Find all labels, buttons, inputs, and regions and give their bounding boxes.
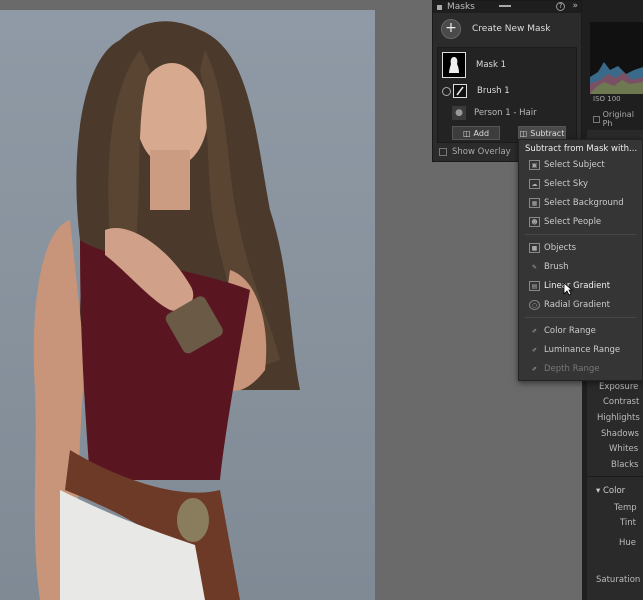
tint-label: Tint bbox=[620, 518, 637, 528]
menu-separator bbox=[525, 317, 636, 318]
color-section-header[interactable]: ▾ Color bbox=[596, 486, 625, 496]
menu-item-label: Depth Range bbox=[544, 364, 600, 374]
select-subject-icon: ▣ bbox=[529, 160, 540, 170]
color-section-label: Color bbox=[602, 486, 626, 496]
create-new-mask-label[interactable]: Create New Mask bbox=[472, 24, 550, 34]
help-icon[interactable]: ? bbox=[556, 2, 565, 11]
menu-item-brush[interactable]: ✎ Brush bbox=[529, 261, 569, 273]
menu-separator bbox=[525, 234, 636, 235]
section-divider bbox=[587, 476, 643, 477]
person-icon: ● bbox=[452, 106, 466, 120]
mask-thumbnail[interactable] bbox=[442, 52, 466, 78]
mask-list: Mask 1 Brush 1 ● Person 1 - Hair ◫ Add ◫… bbox=[437, 47, 577, 143]
mask-name[interactable]: Mask 1 bbox=[476, 60, 506, 70]
menu-item-luminance-range[interactable]: ✐ Luminance Range bbox=[529, 344, 620, 356]
show-overlay-toggle[interactable]: Show Overlay bbox=[439, 147, 511, 157]
color-range-icon: ✐ bbox=[531, 327, 538, 335]
brush-component-icon bbox=[453, 84, 467, 98]
add-button[interactable]: ◫ Add bbox=[452, 126, 500, 140]
portrait-image bbox=[33, 21, 300, 600]
add-button-label: Add bbox=[473, 128, 490, 138]
objects-icon: ■ bbox=[529, 243, 540, 253]
menu-item-color-range[interactable]: ✐ Color Range bbox=[529, 325, 596, 337]
hue-label: Hue bbox=[619, 538, 637, 548]
saturation-label: Saturation bbox=[596, 575, 641, 585]
mask-component-row[interactable]: Brush 1 bbox=[438, 84, 576, 98]
menu-item-label: Objects bbox=[544, 243, 577, 253]
temp-label: Temp bbox=[614, 503, 637, 513]
masks-panel-header[interactable]: Masks ? » bbox=[433, 1, 581, 13]
highlights-label: Highlights bbox=[597, 413, 640, 423]
select-people-icon: ☻ bbox=[529, 217, 540, 227]
radial-gradient-icon: ○ bbox=[529, 300, 540, 310]
menu-item-radial-gradient[interactable]: ○ Radial Gradient bbox=[529, 299, 610, 311]
menu-item-label: Color Range bbox=[544, 326, 596, 336]
photo-canvas[interactable] bbox=[0, 10, 375, 600]
original-photo-checkbox[interactable] bbox=[593, 115, 600, 123]
plus-icon[interactable]: + bbox=[441, 19, 461, 39]
menu-title: Subtract from Mask with... bbox=[525, 144, 638, 154]
menu-item-select-people[interactable]: ☻ Select People bbox=[529, 216, 601, 228]
person-component-label[interactable]: Person 1 - Hair bbox=[474, 108, 537, 118]
subtract-mask-icon: ◫ bbox=[519, 128, 528, 138]
subtract-button[interactable]: ◫ Subtract bbox=[518, 126, 566, 140]
shadows-label: Shadows bbox=[601, 429, 639, 439]
menu-item-objects[interactable]: ■ Objects bbox=[529, 242, 576, 254]
drag-handle-icon[interactable] bbox=[499, 5, 511, 7]
select-sky-icon: ☁ bbox=[529, 179, 540, 189]
subtract-from-mask-menu: Subtract from Mask with... ▣ Select Subj… bbox=[518, 139, 643, 381]
menu-item-depth-range: ✐ Depth Range bbox=[529, 363, 600, 375]
masks-panel-title: Masks bbox=[447, 2, 475, 12]
menu-item-select-subject[interactable]: ▣ Select Subject bbox=[529, 159, 605, 171]
depth-range-icon: ✐ bbox=[531, 365, 538, 373]
menu-item-select-background[interactable]: ▦ Select Background bbox=[529, 197, 624, 209]
menu-item-label: Brush bbox=[544, 262, 569, 272]
mask-row[interactable]: Mask 1 bbox=[438, 52, 576, 78]
linear-gradient-icon: ▤ bbox=[529, 281, 540, 291]
brush-icon: ✎ bbox=[531, 263, 538, 271]
menu-item-label: Linear Gradient bbox=[544, 281, 611, 291]
show-overlay-checkbox[interactable] bbox=[439, 148, 447, 156]
create-new-mask-row[interactable]: + Create New Mask bbox=[433, 13, 581, 45]
add-mask-icon: ◫ bbox=[462, 128, 471, 138]
select-background-icon: ▦ bbox=[529, 198, 540, 208]
mask-component-row[interactable]: ● Person 1 - Hair bbox=[438, 106, 576, 120]
menu-item-label: Select Background bbox=[544, 198, 624, 208]
brush-component-label[interactable]: Brush 1 bbox=[477, 86, 510, 96]
mouse-cursor-icon bbox=[563, 282, 573, 296]
whites-label: Whites bbox=[609, 444, 639, 454]
subtract-button-label: Subtract bbox=[530, 128, 565, 138]
histogram bbox=[590, 22, 643, 94]
original-photo-label: Original Ph bbox=[602, 110, 634, 128]
histogram-panel: ISO 100 Original Ph bbox=[582, 0, 643, 130]
exposure-label: Exposure bbox=[599, 382, 639, 392]
menu-item-label: Luminance Range bbox=[544, 345, 621, 355]
show-overlay-label: Show Overlay bbox=[452, 147, 511, 157]
original-photo-toggle[interactable]: Original Ph bbox=[593, 110, 643, 128]
menu-item-label: Select People bbox=[544, 217, 602, 227]
masks-panel: Masks ? » + Create New Mask Mask 1 Brush… bbox=[432, 0, 582, 162]
visibility-icon[interactable] bbox=[442, 86, 451, 96]
menu-item-select-sky[interactable]: ☁ Select Sky bbox=[529, 178, 588, 190]
silhouette-icon bbox=[449, 57, 459, 73]
collapse-panel-icon[interactable]: » bbox=[572, 1, 578, 11]
luminance-range-icon: ✐ bbox=[531, 346, 538, 354]
menu-item-label: Select Sky bbox=[544, 179, 588, 189]
iso-readout: ISO 100 bbox=[593, 95, 621, 103]
blacks-label: Blacks bbox=[611, 460, 639, 470]
panel-grip-square-icon bbox=[437, 4, 442, 10]
menu-item-label: Select Subject bbox=[544, 160, 605, 170]
menu-item-label: Radial Gradient bbox=[544, 300, 610, 310]
contrast-label: Contrast bbox=[603, 397, 640, 407]
